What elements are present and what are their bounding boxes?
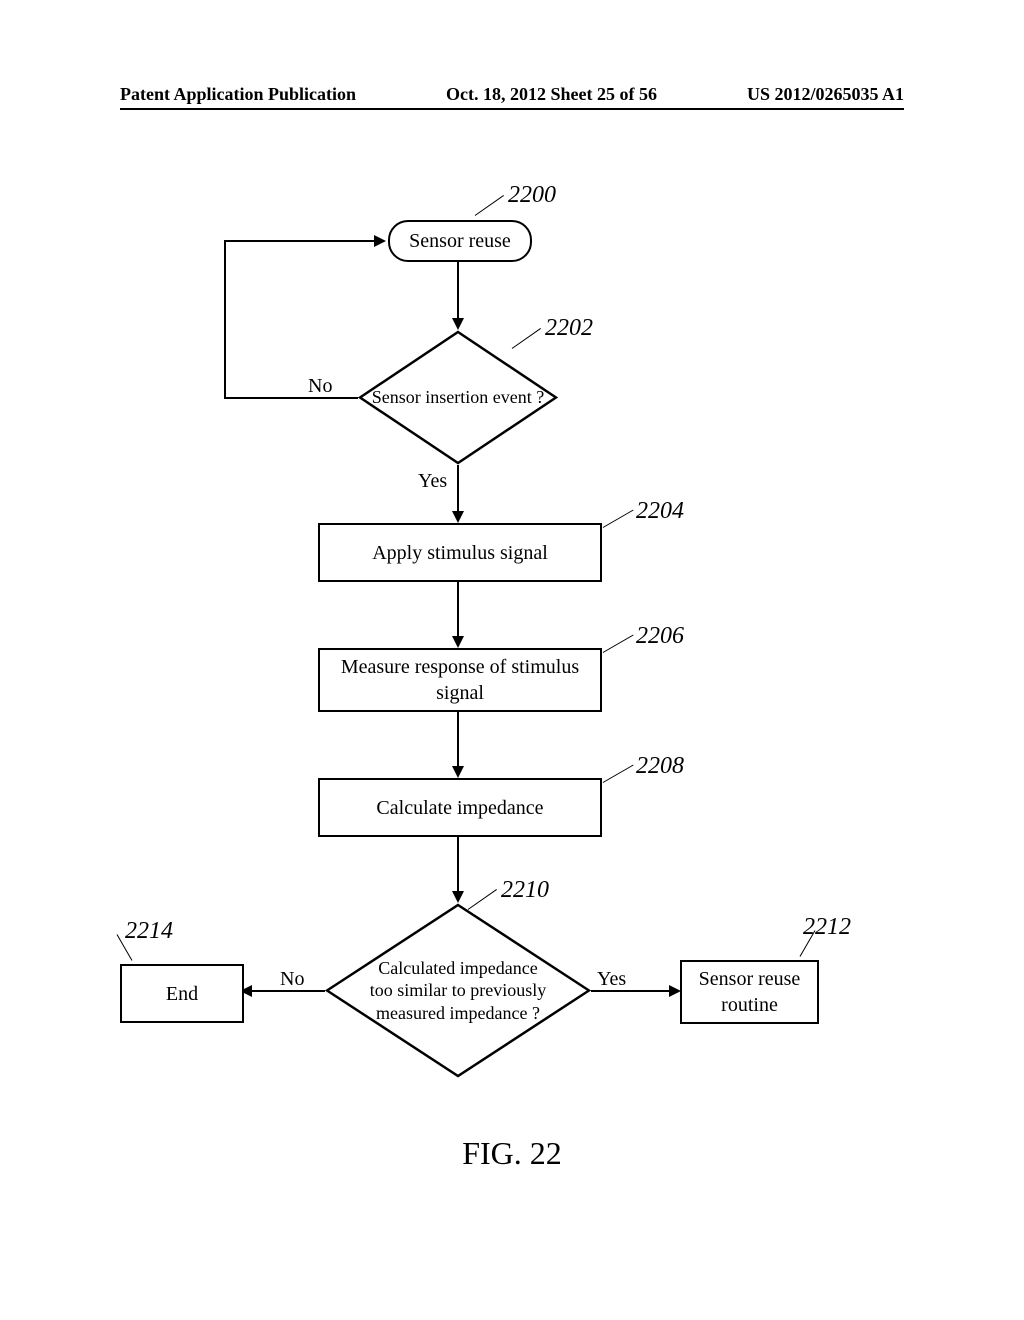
start-label: Sensor reuse bbox=[409, 230, 511, 253]
ref-leader-2204 bbox=[603, 510, 634, 528]
arrow-d2-end bbox=[252, 990, 325, 992]
d2-yes-label: Yes bbox=[597, 968, 626, 991]
step3-text: Calculate impedance bbox=[376, 795, 543, 821]
ref-2200: 2200 bbox=[508, 182, 556, 209]
arrowhead-d1-s1 bbox=[452, 511, 464, 523]
decision-impedance-similar: Calculated impedance too similar to prev… bbox=[325, 903, 591, 1078]
header-right: US 2012/0265035 A1 bbox=[747, 84, 904, 105]
process-calculate-impedance: Calculate impedance bbox=[318, 778, 602, 837]
start-terminator: Sensor reuse bbox=[388, 220, 532, 262]
header-rule bbox=[120, 108, 904, 110]
ref-leader-2208 bbox=[603, 765, 634, 783]
reuse-text: Sensor reuse routine bbox=[682, 966, 817, 1018]
d1-yes-label: Yes bbox=[418, 470, 447, 493]
ref-2212: 2212 bbox=[803, 914, 851, 941]
ref-leader-2200 bbox=[475, 195, 504, 216]
header-left: Patent Application Publication bbox=[120, 84, 356, 105]
arrowhead-s2-s3 bbox=[452, 766, 464, 778]
process-measure-response: Measure response of stimulus signal bbox=[318, 648, 602, 712]
d1-no-h1 bbox=[224, 397, 358, 399]
reuse-box: Sensor reuse routine bbox=[680, 960, 819, 1024]
d1-no-v bbox=[224, 240, 226, 399]
d1-no-label: No bbox=[308, 375, 332, 398]
arrow-d1-s1 bbox=[457, 465, 459, 513]
ref-2210: 2210 bbox=[501, 877, 549, 904]
arrowhead-start-d1 bbox=[452, 318, 464, 330]
d1-no-h2 bbox=[224, 240, 374, 242]
page-header: Patent Application Publication Oct. 18, … bbox=[0, 84, 1024, 105]
decision1-text: Sensor insertion event ? bbox=[372, 386, 544, 409]
ref-leader-2206 bbox=[603, 635, 634, 653]
figure-caption: FIG. 22 bbox=[0, 1135, 1024, 1172]
arrow-s1-s2 bbox=[457, 580, 459, 638]
decision-insertion-event: Sensor insertion event ? bbox=[358, 330, 558, 465]
header-center: Oct. 18, 2012 Sheet 25 of 56 bbox=[446, 84, 657, 105]
ref-2204: 2204 bbox=[636, 498, 684, 525]
d1-no-arrowhead bbox=[374, 235, 386, 247]
ref-2214: 2214 bbox=[125, 918, 173, 945]
step2-text: Measure response of stimulus signal bbox=[320, 654, 600, 706]
end-text: End bbox=[166, 981, 198, 1007]
ref-2208: 2208 bbox=[636, 753, 684, 780]
d2-no-label: No bbox=[280, 968, 304, 991]
arrowhead-s1-s2 bbox=[452, 636, 464, 648]
process-apply-stimulus: Apply stimulus signal bbox=[318, 523, 602, 582]
arrow-d2-reuse bbox=[591, 990, 669, 992]
ref-2206: 2206 bbox=[636, 623, 684, 650]
step1-text: Apply stimulus signal bbox=[372, 540, 548, 566]
arrow-s3-d2 bbox=[457, 835, 459, 893]
arrowhead-s3-d2 bbox=[452, 891, 464, 903]
end-box: End bbox=[120, 964, 244, 1023]
decision2-text: Calculated impedance too similar to prev… bbox=[368, 957, 548, 1025]
ref-2202: 2202 bbox=[545, 315, 593, 342]
arrow-start-d1 bbox=[457, 260, 459, 320]
flowchart: Sensor reuse 2200 Sensor insertion event… bbox=[0, 220, 1024, 1200]
arrow-s2-s3 bbox=[457, 710, 459, 768]
